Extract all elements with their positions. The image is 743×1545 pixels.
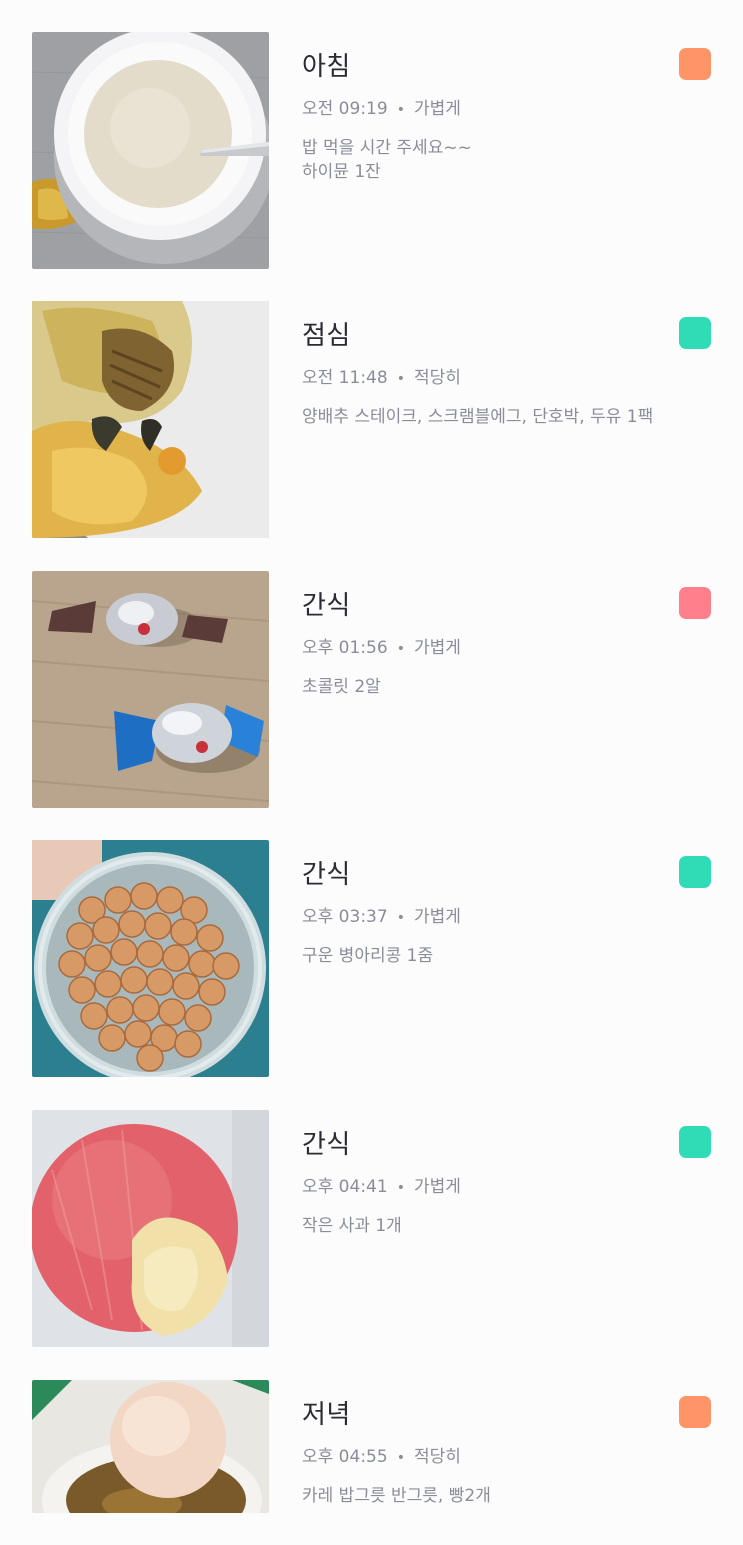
meal-portion: 가볍게: [413, 638, 461, 658]
meal-title: 점심: [302, 321, 351, 351]
meal-entry[interactable]: 저녁 오후 04:55 • 적당히 카레 밥그릇 반그릇, 빵2개: [0, 1380, 743, 1514]
meal-portion: 적당히: [413, 1447, 461, 1467]
status-badge: [679, 48, 711, 80]
meal-portion: 가볍게: [413, 1177, 461, 1197]
meal-meta: 오전 09:19 • 가볍게: [302, 94, 461, 119]
meal-meta: 오후 01:56 • 가볍게: [302, 633, 461, 658]
meal-portion: 가볍게: [413, 907, 461, 927]
meal-title: 저녁: [302, 1400, 351, 1430]
meal-title: 간식: [302, 1130, 351, 1160]
meal-memo: 양배추 스테이크, 스크램블에그, 단호박, 두유 1팩: [302, 407, 654, 427]
meal-log-list: 아침 오전 09:19 • 가볍게 밥 먹을 시간 주세요~~ 하이뮨 1잔 점…: [0, 0, 743, 1545]
separator-dot: •: [396, 371, 405, 387]
status-badge: [679, 856, 711, 888]
meal-time: 오전 09:19: [302, 99, 388, 119]
meal-portion: 적당히: [413, 368, 461, 388]
meal-entry[interactable]: 간식 오후 04:41 • 가볍게 작은 사과 1개: [0, 1110, 743, 1350]
meal-memo: 밥 먹을 시간 주세요~~ 하이뮨 1잔: [302, 138, 472, 182]
status-badge: [679, 1396, 711, 1428]
meal-time: 오후 03:37: [302, 907, 388, 927]
status-badge: [679, 1126, 711, 1158]
bread-curry-photo: [32, 1380, 269, 1513]
meal-memo: 작은 사과 1개: [302, 1216, 402, 1236]
meal-memo: 구운 병아리콩 1줌: [302, 946, 434, 966]
meal-photo[interactable]: [32, 1380, 269, 1513]
protein-powder-cup-photo: [32, 32, 269, 269]
meal-portion: 가볍게: [413, 99, 461, 119]
meal-time: 오전 11:48: [302, 368, 388, 388]
meal-entry[interactable]: 아침 오전 09:19 • 가볍게 밥 먹을 시간 주세요~~ 하이뮨 1잔: [0, 32, 743, 272]
meal-meta: 오후 04:55 • 적당히: [302, 1442, 461, 1467]
separator-dot: •: [396, 1180, 405, 1196]
meal-meta: 오후 03:37 • 가볍게: [302, 902, 461, 927]
status-badge: [679, 317, 711, 349]
separator-dot: •: [396, 102, 405, 118]
wrapped-chocolates-photo: [32, 571, 269, 808]
meal-entry[interactable]: 점심 오전 11:48 • 적당히 양배추 스테이크, 스크램블에그, 단호박, 두…: [0, 301, 743, 541]
status-badge: [679, 587, 711, 619]
meal-photo[interactable]: [32, 301, 269, 538]
meal-time: 오후 04:55: [302, 1447, 388, 1467]
separator-dot: •: [396, 641, 405, 657]
bitten-apple-photo: [32, 1110, 269, 1347]
meal-time: 오후 01:56: [302, 638, 388, 658]
meal-entry[interactable]: 간식 오후 03:37 • 가볍게 구운 병아리콩 1줌: [0, 840, 743, 1080]
meal-photo[interactable]: [32, 840, 269, 1077]
meal-photo[interactable]: [32, 32, 269, 269]
meal-title: 간식: [302, 591, 351, 621]
separator-dot: •: [396, 910, 405, 926]
separator-dot: •: [396, 1450, 405, 1466]
cabbage-steak-egg-plate-photo: [32, 301, 269, 538]
meal-title: 아침: [302, 52, 351, 82]
meal-meta: 오후 04:41 • 가볍게: [302, 1172, 461, 1197]
meal-memo: 카레 밥그릇 반그릇, 빵2개: [302, 1486, 491, 1506]
meal-meta: 오전 11:48 • 적당히: [302, 363, 461, 388]
meal-title: 간식: [302, 860, 351, 890]
meal-time: 오후 04:41: [302, 1177, 388, 1197]
roasted-chickpeas-jar-photo: [32, 840, 269, 1077]
meal-entry[interactable]: 간식 오후 01:56 • 가볍게 초콜릿 2알: [0, 571, 743, 811]
meal-photo[interactable]: [32, 1110, 269, 1347]
meal-memo: 초콜릿 2알: [302, 677, 381, 697]
meal-photo[interactable]: [32, 571, 269, 808]
